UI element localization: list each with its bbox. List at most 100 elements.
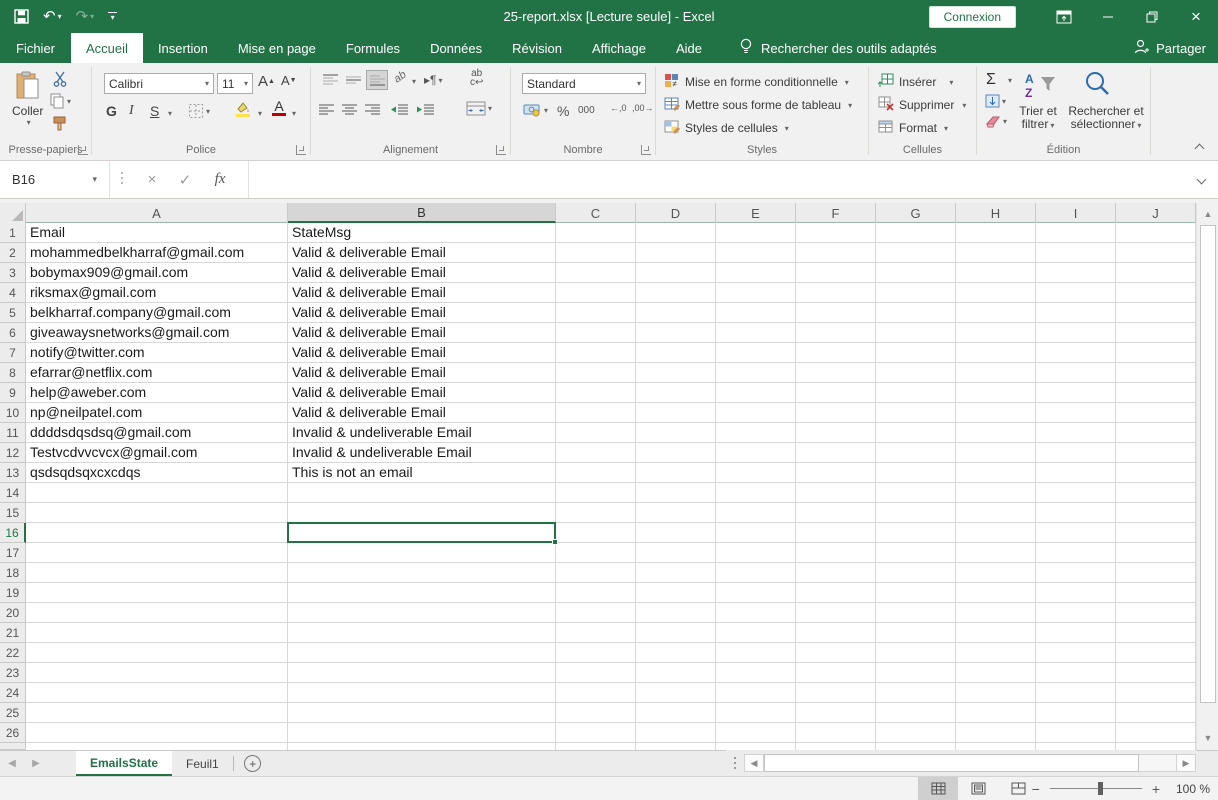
cell-A9[interactable]: help@aweber.com [26,383,288,403]
cell-J17[interactable] [1116,543,1196,563]
vertical-scroll-thumb[interactable] [1200,225,1216,703]
sheet-nav-right-icon[interactable]: ▶ [24,751,48,776]
number-dialog-launcher-icon[interactable] [641,145,651,155]
cell-D26[interactable] [636,723,716,743]
tab-fichier[interactable]: Fichier [0,33,71,63]
autosum-dropdown-icon[interactable]: ▾ [1008,76,1012,85]
view-normal-button[interactable] [918,777,958,800]
cell-H15[interactable] [956,503,1036,523]
cell-A19[interactable] [26,583,288,603]
copy-dropdown-icon[interactable]: ▾ [67,97,71,106]
cell-H22[interactable] [956,643,1036,663]
cell-F19[interactable] [796,583,876,603]
cell-C8[interactable] [556,363,636,383]
cell-C12[interactable] [556,443,636,463]
cell-G23[interactable] [876,663,956,683]
merge-center-button[interactable]: ▾ [466,101,492,116]
expand-formula-bar-icon[interactable] [1198,176,1205,183]
cell-F16[interactable] [796,523,876,543]
cell-E26[interactable] [716,723,796,743]
cell-H10[interactable] [956,403,1036,423]
cell-D22[interactable] [636,643,716,663]
cell-B3[interactable]: Valid & deliverable Email [288,263,556,283]
cell-J8[interactable] [1116,363,1196,383]
cell-D24[interactable] [636,683,716,703]
sort-filter-button[interactable]: Trier et filtrer▾ [1012,105,1064,132]
cell-E21[interactable] [716,623,796,643]
cell-J26[interactable] [1116,723,1196,743]
cell-F4[interactable] [796,283,876,303]
cell-B9[interactable]: Valid & deliverable Email [288,383,556,403]
cell-C22[interactable] [556,643,636,663]
cell-G6[interactable] [876,323,956,343]
cell-B19[interactable] [288,583,556,603]
cell-C13[interactable] [556,463,636,483]
cell-I2[interactable] [1036,243,1116,263]
tab-insertion[interactable]: Insertion [143,33,223,63]
row-header-6[interactable]: 6 [0,323,26,343]
cell-F17[interactable] [796,543,876,563]
row-header-24[interactable]: 24 [0,683,26,703]
cell-I12[interactable] [1036,443,1116,463]
cell-E3[interactable] [716,263,796,283]
row-header-8[interactable]: 8 [0,363,26,383]
row-header-14[interactable]: 14 [0,483,26,503]
cell-C25[interactable] [556,703,636,723]
borders-dropdown-icon[interactable]: ▾ [206,107,210,116]
cell-I24[interactable] [1036,683,1116,703]
orientation-dropdown-icon[interactable]: ▾ [412,77,416,86]
cell-D8[interactable] [636,363,716,383]
cell-G22[interactable] [876,643,956,663]
cell-I1[interactable] [1036,223,1116,243]
cell-A26[interactable] [26,723,288,743]
minimize-button[interactable] [1086,0,1130,33]
cell-I13[interactable] [1036,463,1116,483]
cell-C5[interactable] [556,303,636,323]
cell-I16[interactable] [1036,523,1116,543]
close-button[interactable]: × [1174,0,1218,33]
cell-styles-button[interactable]: Styles de cellules▾ [664,119,789,137]
cell-D19[interactable] [636,583,716,603]
cell-D12[interactable] [636,443,716,463]
cell-C14[interactable] [556,483,636,503]
cell-E19[interactable] [716,583,796,603]
cell-C4[interactable] [556,283,636,303]
cell-E23[interactable] [716,663,796,683]
cell-I7[interactable] [1036,343,1116,363]
cell-G21[interactable] [876,623,956,643]
cell-H13[interactable] [956,463,1036,483]
cell-H5[interactable] [956,303,1036,323]
cell-E4[interactable] [716,283,796,303]
cell-D7[interactable] [636,343,716,363]
clear-dropdown-icon[interactable]: ▾ [1003,117,1007,126]
cell-B23[interactable] [288,663,556,683]
cell-B25[interactable] [288,703,556,723]
cell-A11[interactable]: ddddsdqsdsq@gmail.com [26,423,288,443]
cell-I23[interactable] [1036,663,1116,683]
cell-B11[interactable]: Invalid & undeliverable Email [288,423,556,443]
comma-style-button[interactable]: 000 [578,105,595,116]
cell-J13[interactable] [1116,463,1196,483]
cell-E22[interactable] [716,643,796,663]
cell-D11[interactable] [636,423,716,443]
cell-F20[interactable] [796,603,876,623]
fill-dropdown-icon[interactable]: ▾ [1002,97,1006,106]
cell-G15[interactable] [876,503,956,523]
cell-F8[interactable] [796,363,876,383]
percent-style-button[interactable]: % [557,103,569,119]
cell-F24[interactable] [796,683,876,703]
cell-A7[interactable]: notify@twitter.com [26,343,288,363]
cell-B6[interactable]: Valid & deliverable Email [288,323,556,343]
cell-E10[interactable] [716,403,796,423]
cell-H12[interactable] [956,443,1036,463]
cell-B4[interactable]: Valid & deliverable Email [288,283,556,303]
select-all-corner[interactable] [0,203,26,223]
cell-I25[interactable] [1036,703,1116,723]
cell-B20[interactable] [288,603,556,623]
cell-E20[interactable] [716,603,796,623]
cell-H20[interactable] [956,603,1036,623]
cell-A23[interactable] [26,663,288,683]
cell-E12[interactable] [716,443,796,463]
font-color-button[interactable]: A [272,100,286,116]
cell-D10[interactable] [636,403,716,423]
